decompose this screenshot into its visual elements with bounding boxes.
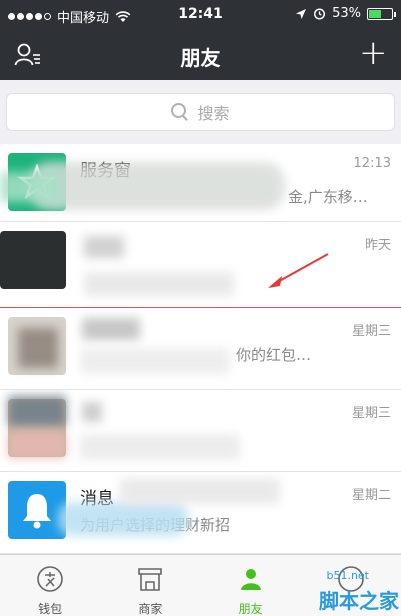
search-area: 搜索	[0, 80, 401, 144]
tab-friends[interactable]: 朋友	[201, 555, 301, 616]
search-input[interactable]: 搜索	[6, 93, 395, 131]
annotation-arrow	[268, 253, 329, 288]
chat-time: 星期三	[351, 324, 391, 339]
battery-icon	[367, 7, 396, 20]
chat-time: 昨天	[364, 238, 391, 253]
chat-item[interactable]: 昨天	[0, 222, 401, 308]
battery-percent: 53%	[332, 6, 361, 21]
friends-icon	[240, 569, 261, 590]
wallet-icon	[37, 566, 63, 592]
status-bar: 中国移动 12:41 53%	[0, 0, 401, 30]
chat-list: 服务窗 金,广东移… 12:13 昨天 你的红包… 星期三 星期三	[0, 144, 401, 554]
store-icon	[138, 568, 163, 591]
tab-label: 商家	[138, 602, 163, 616]
tab-label: 钱包	[38, 602, 63, 616]
chat-preview: 金,广东移…	[288, 188, 368, 206]
chat-item[interactable]: 星期三	[0, 390, 401, 472]
mosaic-blur	[8, 432, 66, 458]
tab-wallet[interactable]: 钱包	[0, 555, 100, 616]
avatar	[0, 231, 66, 289]
tab-bar: 钱包 商家 朋友 b51.net 脚本之家	[0, 554, 401, 616]
mosaic-blur	[84, 272, 234, 296]
search-icon	[171, 103, 189, 121]
mosaic-blur	[58, 502, 188, 536]
page-title: 朋友	[180, 46, 221, 70]
mosaic-blur	[82, 402, 102, 422]
chat-time: 星期二	[351, 488, 391, 503]
watermark: b51.net 脚本之家	[319, 569, 399, 614]
tab-label: 朋友	[238, 602, 263, 616]
watermark-text: 脚本之家	[319, 589, 399, 613]
mosaic-blur	[80, 434, 240, 460]
watermark-site: b51.net	[326, 569, 369, 582]
mosaic-blur	[80, 348, 230, 374]
nav-bar: 朋友 +	[0, 30, 401, 80]
chat-time: 12:13	[353, 156, 391, 171]
add-button[interactable]: +	[359, 36, 388, 70]
chat-time: 星期三	[351, 406, 391, 421]
alarm-icon	[314, 8, 326, 20]
mosaic-blur	[18, 328, 58, 368]
mosaic-blur	[120, 478, 280, 504]
mosaic-blur	[30, 162, 285, 210]
search-placeholder: 搜索	[197, 104, 230, 123]
chat-item-service-window[interactable]: 服务窗 金,广东移… 12:13	[0, 144, 401, 222]
status-right: 53%	[295, 6, 396, 21]
chat-item-message[interactable]: 消息 为用户选择的理财新招 星期二	[0, 472, 401, 554]
chat-item[interactable]: 你的红包… 星期三	[0, 308, 401, 390]
mosaic-blur	[0, 172, 60, 202]
notification-avatar	[8, 481, 66, 539]
mosaic-blur	[8, 396, 66, 426]
location-arrow-icon	[296, 8, 307, 19]
bell-icon	[23, 494, 51, 529]
tab-merchant[interactable]: 商家	[100, 555, 200, 616]
mosaic-blur	[82, 318, 140, 340]
mosaic-blur	[84, 236, 124, 258]
chat-preview: 你的红包…	[236, 346, 312, 364]
